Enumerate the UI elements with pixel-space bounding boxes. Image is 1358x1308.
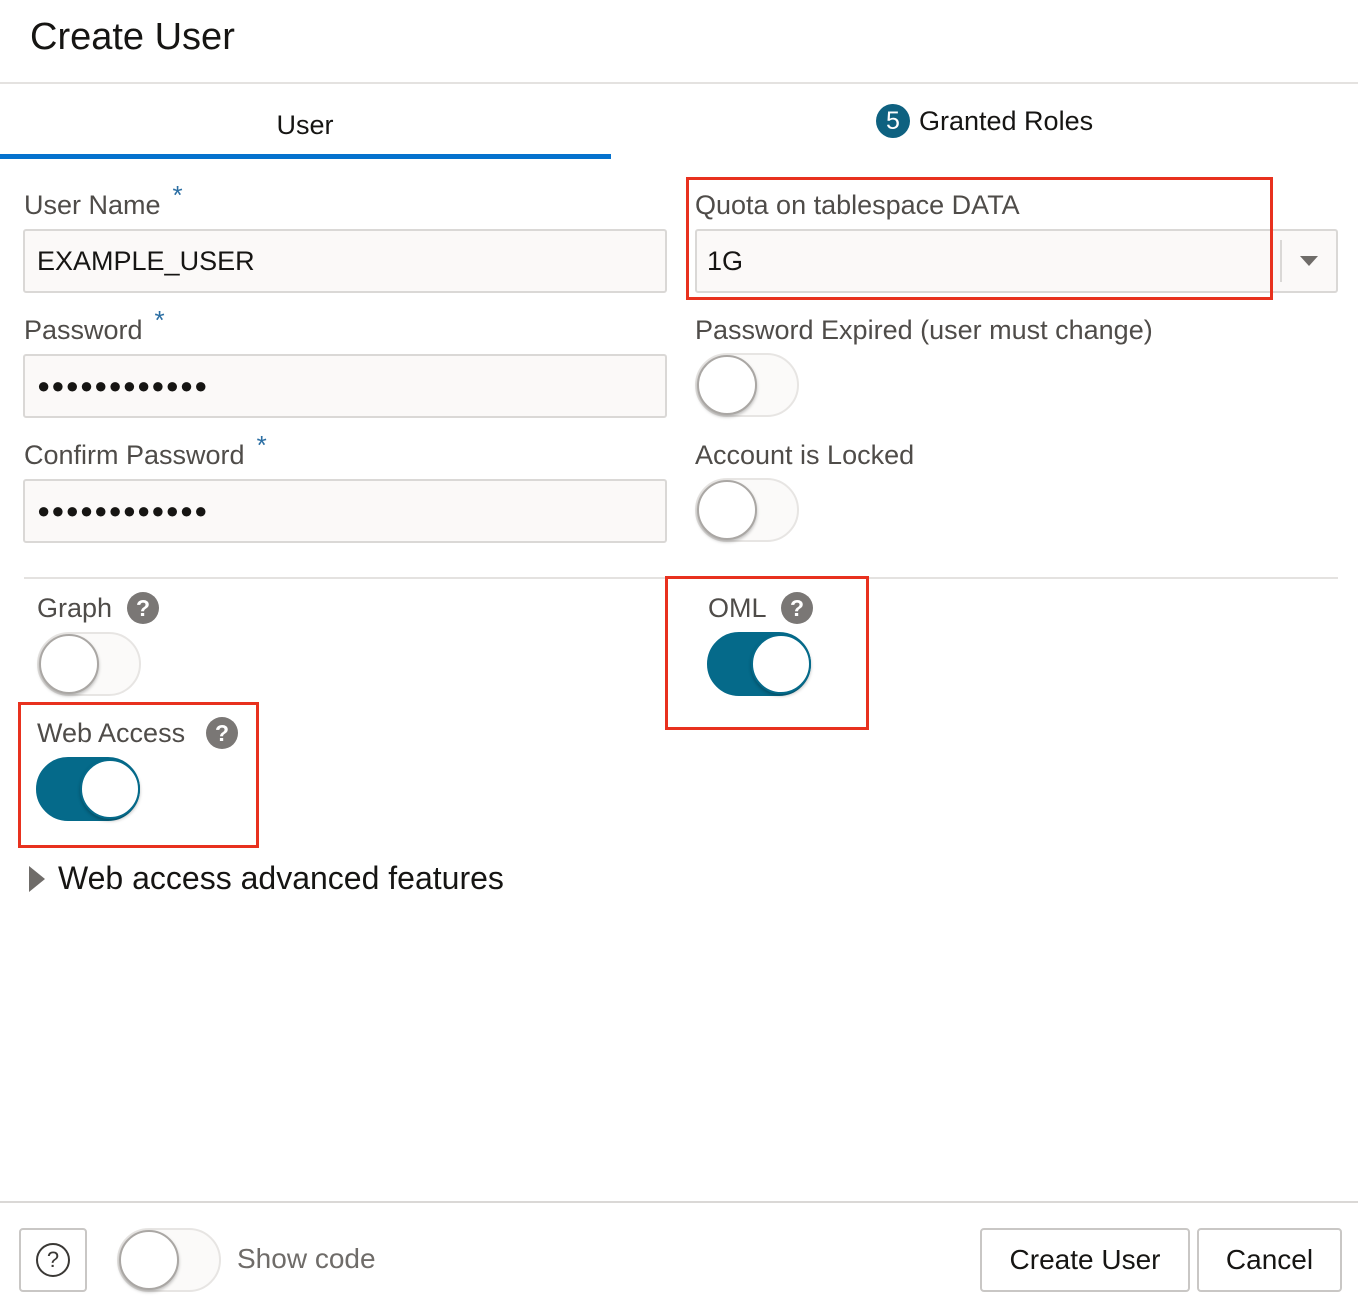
header-divider [0,82,1358,84]
tab-user[interactable]: User [0,104,610,146]
username-label-text: User Name [24,190,161,220]
password-value: ●●●●●●●●●●●● [37,373,209,398]
confirm-password-label-text: Confirm Password [24,440,245,470]
graph-toggle[interactable] [37,632,141,696]
chevron-down-icon [1300,256,1318,266]
highlight-box-oml [665,576,869,730]
help-button[interactable]: ? [19,1228,87,1292]
dialog-title: Create User [30,16,235,58]
question-circle-icon: ? [36,1243,70,1277]
toggle-knob [697,355,757,415]
confirm-password-input[interactable]: ●●●●●●●●●●●● [23,479,667,543]
web-access-advanced-label: Web access advanced features [58,860,504,896]
cancel-button-label: Cancel [1225,1244,1314,1275]
password-expired-label: Password Expired (user must change) [695,315,1153,345]
confirm-password-label: Confirm Password * [24,430,267,471]
roles-count-badge: 5 [876,104,910,138]
required-marker: * [256,430,267,460]
tab-granted-roles[interactable]: 5 Granted Roles [876,104,1093,138]
required-marker: * [154,305,165,335]
toggle-knob [697,480,757,540]
toggle-knob [39,634,99,694]
tab-granted-roles-label: Granted Roles [919,105,1094,136]
cancel-button[interactable]: Cancel [1197,1228,1342,1292]
password-expired-toggle[interactable] [695,353,799,417]
password-label-text: Password [24,315,143,345]
confirm-password-value: ●●●●●●●●●●●● [37,498,209,523]
footer-divider [0,1201,1358,1203]
caret-right-icon [29,865,45,892]
show-code-label: Show code [237,1243,376,1274]
dropdown-button[interactable] [1282,256,1336,266]
toggle-knob [119,1230,179,1290]
tab-user-label: User [276,109,334,140]
highlight-box-quota [686,177,1273,300]
create-user-button[interactable]: Create User [980,1228,1190,1292]
username-label: User Name * [24,180,183,221]
highlight-box-web-access [18,702,259,848]
graph-label: Graph [37,593,113,623]
create-user-button-label: Create User [1009,1244,1161,1275]
web-access-advanced-expander[interactable]: Web access advanced features [29,860,504,897]
username-value: EXAMPLE_USER [37,245,255,276]
password-input[interactable]: ●●●●●●●●●●●● [23,354,667,418]
show-code-toggle[interactable] [117,1228,221,1292]
account-locked-toggle[interactable] [695,478,799,542]
required-marker: * [172,180,183,210]
password-label: Password * [24,305,165,346]
account-locked-label: Account is Locked [695,440,915,470]
help-icon[interactable]: ? [127,592,159,624]
username-input[interactable]: EXAMPLE_USER [23,229,667,293]
tab-active-indicator [0,154,611,159]
